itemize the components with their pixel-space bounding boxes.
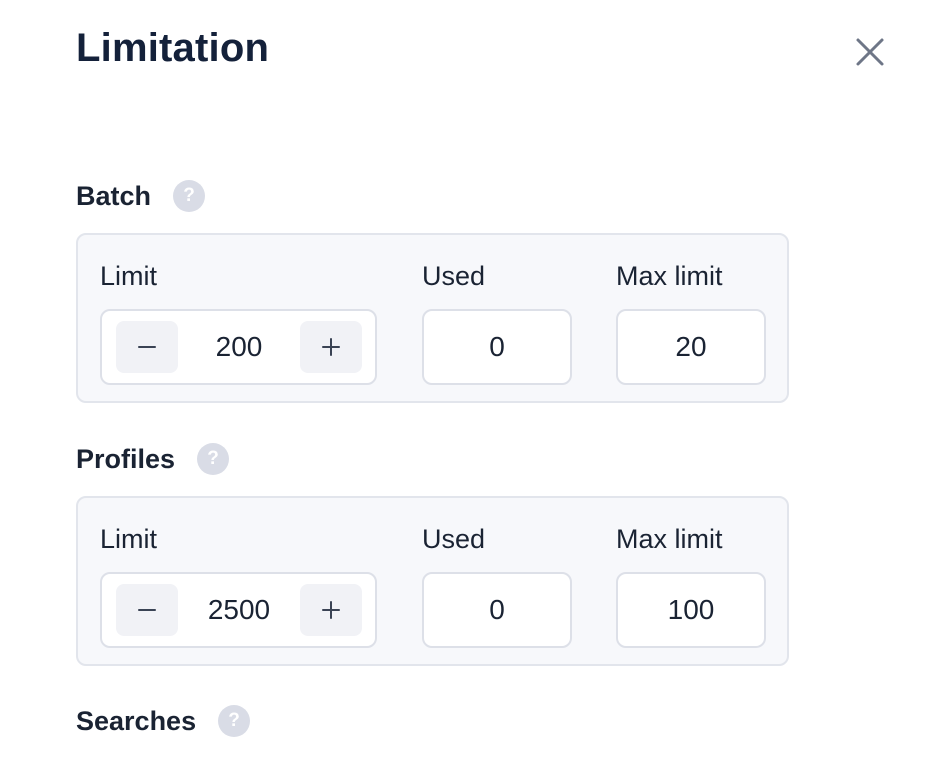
profiles-limit-stepper: 2500 <box>100 572 377 648</box>
profiles-used-value: 0 <box>422 572 572 648</box>
searches-section-header: Searches ? <box>76 705 251 737</box>
batch-used-label: Used <box>422 261 486 291</box>
profiles-card: Limit Used Max limit 2500 0 100 <box>76 496 789 666</box>
batch-decrement-button[interactable] <box>116 321 178 373</box>
profiles-section-title: Profiles <box>76 443 176 474</box>
batch-used-value: 0 <box>422 309 572 385</box>
profiles-limit-input[interactable]: 2500 <box>178 574 300 646</box>
searches-section-title: Searches <box>76 705 197 736</box>
limitation-dialog: Limitation Batch ? Limit Used Max limit … <box>0 0 934 757</box>
batch-card: Limit Used Max limit 200 0 20 <box>76 233 789 403</box>
plus-icon <box>322 338 340 356</box>
profiles-limit-label: Limit <box>100 524 158 554</box>
batch-max-limit-value: 20 <box>616 309 766 385</box>
profiles-max-limit-value: 100 <box>616 572 766 648</box>
batch-help-icon[interactable]: ? <box>173 180 206 212</box>
profiles-help-icon[interactable]: ? <box>197 443 230 475</box>
batch-section-header: Batch ? <box>76 180 206 212</box>
batch-max-limit-label: Max limit <box>616 261 723 291</box>
batch-limit-input[interactable]: 200 <box>178 311 300 383</box>
batch-section-title: Batch <box>76 180 152 211</box>
profiles-increment-button[interactable] <box>300 584 362 636</box>
close-button[interactable] <box>848 30 892 74</box>
minus-icon <box>138 346 156 348</box>
batch-increment-button[interactable] <box>300 321 362 373</box>
plus-icon <box>322 601 340 619</box>
profiles-max-limit-label: Max limit <box>616 524 723 554</box>
searches-help-icon[interactable]: ? <box>218 705 251 737</box>
minus-icon <box>138 609 156 611</box>
profiles-section-header: Profiles ? <box>76 443 230 475</box>
profiles-used-label: Used <box>422 524 486 554</box>
close-icon <box>856 38 884 66</box>
batch-limit-stepper: 200 <box>100 309 377 385</box>
profiles-decrement-button[interactable] <box>116 584 178 636</box>
dialog-title: Limitation <box>76 26 270 70</box>
batch-limit-label: Limit <box>100 261 158 291</box>
